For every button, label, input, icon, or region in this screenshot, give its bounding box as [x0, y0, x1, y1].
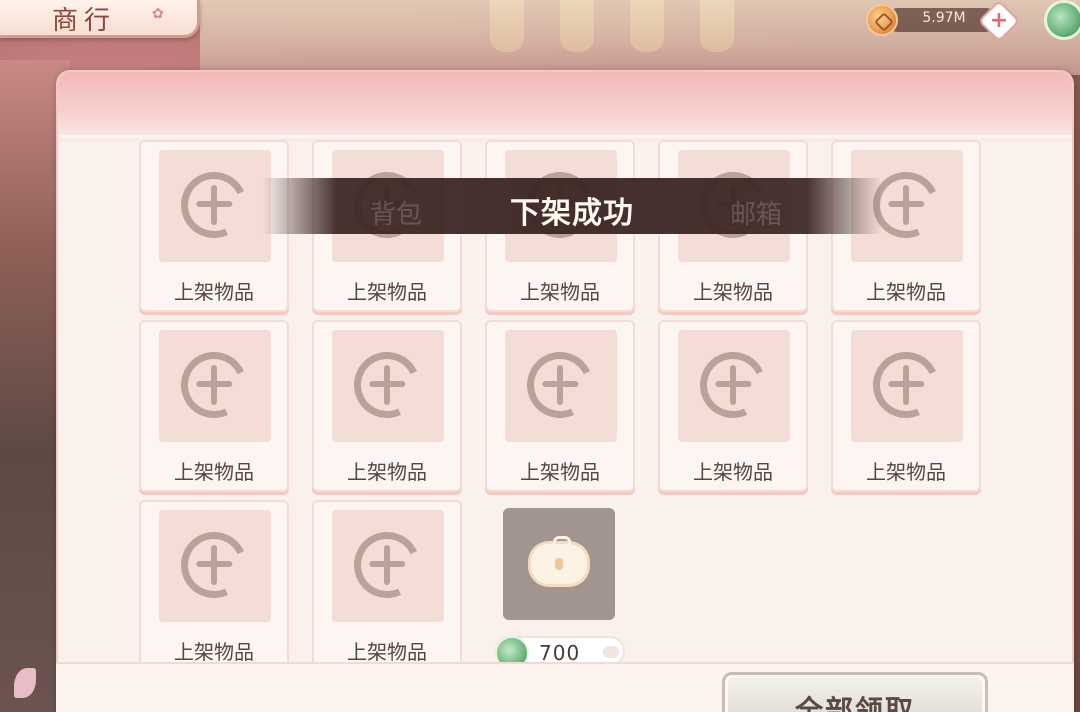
slot-frame: [851, 330, 963, 442]
currency-amount: 5.97M: [922, 10, 966, 26]
listing-slot[interactable]: 上架物品: [139, 500, 289, 672]
slot-frame: [159, 150, 271, 262]
slot-frame: [505, 330, 617, 442]
slot-label: 上架物品: [347, 640, 427, 664]
lantern-decoration: [700, 0, 734, 52]
slot-frame: [332, 330, 444, 442]
page-title: 商行: [52, 6, 117, 36]
slot-label: 上架物品: [520, 460, 600, 484]
slot-label: 上架物品: [347, 280, 427, 304]
slot-label: 上架物品: [866, 460, 946, 484]
cloud-icon: [603, 646, 619, 658]
add-item-icon: [863, 342, 949, 428]
toast-message: 下架成功: [510, 196, 634, 231]
listing-slot[interactable]: 上架物品: [831, 320, 981, 492]
listing-slot[interactable]: 上架物品: [312, 320, 462, 492]
claim-all-button[interactable]: 全部领取: [722, 672, 988, 712]
add-item-icon: [344, 522, 430, 608]
lock-icon: [531, 536, 587, 584]
flower-icon: ✿: [152, 6, 164, 22]
slot-frame: [332, 510, 444, 622]
locked-slot[interactable]: 700: [485, 500, 635, 672]
currency-display: 5.97M +: [866, 0, 1021, 43]
claim-all-label: 全部领取: [794, 694, 915, 712]
slot-label: 上架物品: [347, 460, 427, 484]
add-item-icon: [171, 162, 257, 248]
listing-slot[interactable]: 上架物品: [312, 500, 462, 672]
add-item-icon: [690, 342, 776, 428]
panel-header: [58, 72, 1072, 142]
slot-label: 上架物品: [866, 280, 946, 304]
slot-label: 上架物品: [174, 460, 254, 484]
slot-label: 上架物品: [174, 640, 254, 664]
lantern-decoration: [630, 0, 664, 52]
lantern-decoration: [490, 0, 524, 52]
listing-slot[interactable]: 上架物品: [485, 320, 635, 492]
slot-label: 上架物品: [693, 280, 773, 304]
slot-label: 上架物品: [520, 280, 600, 304]
jade-coin-icon[interactable]: [1044, 0, 1080, 40]
slot-frame: [159, 330, 271, 442]
add-item-icon: [344, 342, 430, 428]
add-item-icon: [171, 342, 257, 428]
add-item-icon: [517, 342, 603, 428]
plus-icon: +: [989, 8, 1009, 33]
locked-slot-frame: [503, 508, 615, 620]
slot-frame: [678, 330, 790, 442]
slot-label: 上架物品: [693, 460, 773, 484]
listing-slot[interactable]: 上架物品: [139, 320, 289, 492]
title-tab: 商行 ✿: [0, 0, 200, 38]
lantern-decoration: [560, 0, 594, 52]
slot-label: 上架物品: [174, 280, 254, 304]
add-item-icon: [171, 522, 257, 608]
slot-frame: [159, 510, 271, 622]
toast-notification: 背包 邮箱 下架成功: [262, 178, 882, 234]
copper-coin-icon: [866, 4, 898, 36]
listing-slot[interactable]: 上架物品: [658, 320, 808, 492]
